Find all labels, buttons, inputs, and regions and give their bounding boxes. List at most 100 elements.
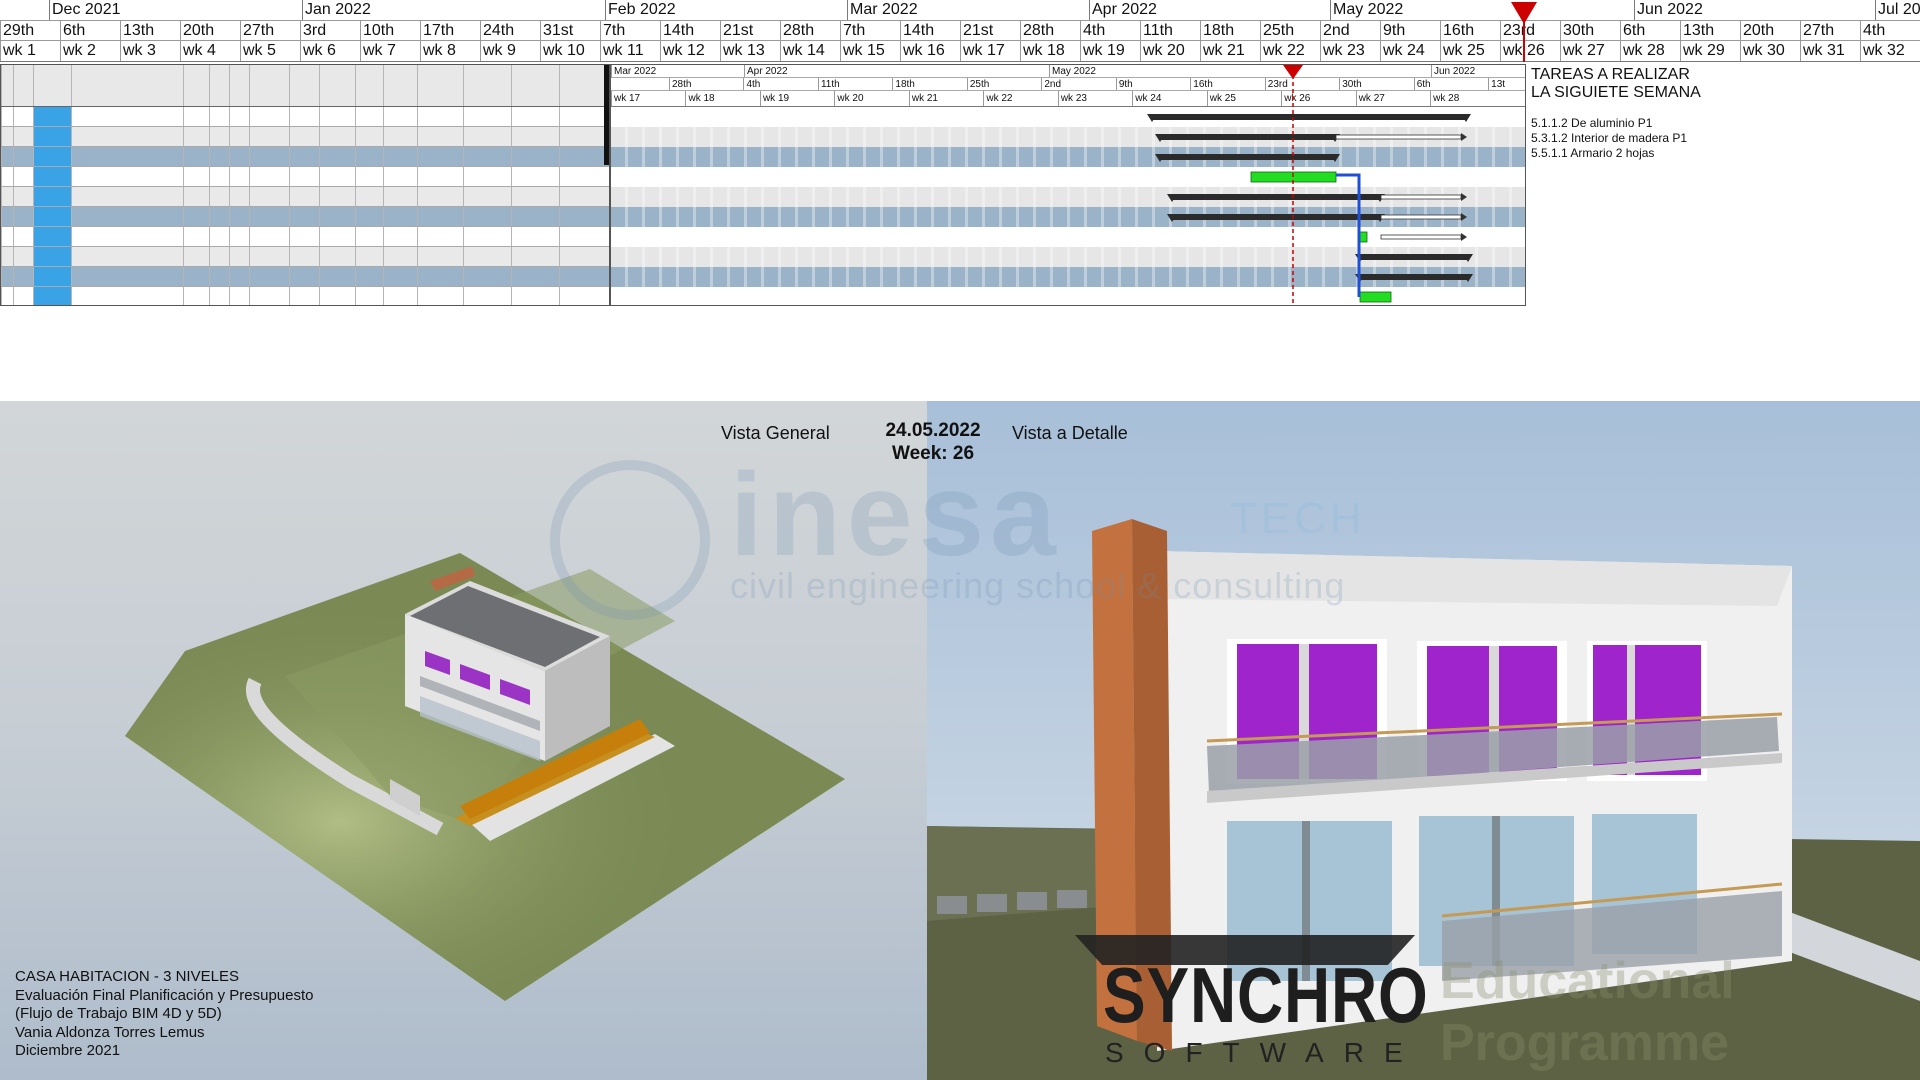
table-cell[interactable] <box>417 207 463 226</box>
table-cell[interactable] <box>417 287 463 305</box>
table-cell[interactable] <box>183 187 209 206</box>
table-cell[interactable] <box>33 107 71 126</box>
table-cell[interactable] <box>355 287 383 305</box>
table-cell[interactable] <box>71 167 183 186</box>
grid-header-cell[interactable] <box>319 65 355 106</box>
float-bar[interactable] <box>1380 214 1462 220</box>
table-cell[interactable] <box>511 167 559 186</box>
grid-header-cell[interactable] <box>417 65 463 106</box>
table-cell[interactable] <box>383 187 417 206</box>
table-cell[interactable] <box>417 147 463 166</box>
table-cell[interactable] <box>319 287 355 305</box>
table-cell[interactable] <box>1 147 13 166</box>
float-arrow[interactable] <box>1461 213 1467 221</box>
table-cell[interactable] <box>229 127 249 146</box>
table-cell[interactable] <box>209 287 229 305</box>
table-cell[interactable] <box>71 147 183 166</box>
table-cell[interactable] <box>355 247 383 266</box>
table-cell[interactable] <box>183 127 209 146</box>
float-bar[interactable] <box>1335 134 1462 140</box>
table-cell[interactable] <box>559 147 605 166</box>
table-cell[interactable] <box>1 227 13 246</box>
table-cell[interactable] <box>1 287 13 305</box>
table-cell[interactable] <box>209 127 229 146</box>
table-row[interactable] <box>1 187 609 207</box>
table-cell[interactable] <box>249 127 289 146</box>
table-cell[interactable] <box>71 107 183 126</box>
table-cell[interactable] <box>463 187 511 206</box>
task-grid[interactable] <box>0 64 610 306</box>
table-cell[interactable] <box>209 167 229 186</box>
table-cell[interactable] <box>183 107 209 126</box>
grid-header-cell[interactable] <box>1 65 13 106</box>
table-cell[interactable] <box>13 147 33 166</box>
grid-header-cell[interactable] <box>355 65 383 106</box>
summary-bar[interactable] <box>1171 194 1381 200</box>
table-cell[interactable] <box>33 247 71 266</box>
table-cell[interactable] <box>383 227 417 246</box>
table-cell[interactable] <box>229 227 249 246</box>
table-row[interactable] <box>1 147 609 167</box>
table-cell[interactable] <box>33 167 71 186</box>
dependency-link[interactable] <box>1336 173 1361 297</box>
table-cell[interactable] <box>1 167 13 186</box>
table-cell[interactable] <box>13 167 33 186</box>
table-cell[interactable] <box>355 107 383 126</box>
table-cell[interactable] <box>1 187 13 206</box>
table-cell[interactable] <box>229 107 249 126</box>
table-cell[interactable] <box>183 287 209 305</box>
table-row[interactable] <box>1 267 609 287</box>
table-cell[interactable] <box>511 287 559 305</box>
table-cell[interactable] <box>511 227 559 246</box>
table-cell[interactable] <box>355 227 383 246</box>
table-cell[interactable] <box>319 107 355 126</box>
table-cell[interactable] <box>289 107 319 126</box>
table-cell[interactable] <box>383 207 417 226</box>
table-cell[interactable] <box>319 227 355 246</box>
table-cell[interactable] <box>511 207 559 226</box>
table-cell[interactable] <box>229 147 249 166</box>
table-cell[interactable] <box>417 227 463 246</box>
table-cell[interactable] <box>183 227 209 246</box>
table-cell[interactable] <box>511 147 559 166</box>
gantt-chart[interactable]: Mar 2022 Apr 2022 May 2022 Jun 2022 28th 4th… <box>610 64 1526 306</box>
table-cell[interactable] <box>319 167 355 186</box>
table-cell[interactable] <box>249 227 289 246</box>
table-cell[interactable] <box>355 147 383 166</box>
table-cell[interactable] <box>355 267 383 286</box>
table-cell[interactable] <box>209 107 229 126</box>
table-row[interactable] <box>1 287 609 305</box>
table-cell[interactable] <box>289 287 319 305</box>
table-cell[interactable] <box>229 267 249 286</box>
table-cell[interactable] <box>13 267 33 286</box>
float-arrow[interactable] <box>1461 133 1467 141</box>
table-cell[interactable] <box>209 187 229 206</box>
table-cell[interactable] <box>183 147 209 166</box>
task-bar[interactable] <box>1359 231 1368 243</box>
table-cell[interactable] <box>511 107 559 126</box>
table-cell[interactable] <box>383 127 417 146</box>
table-cell[interactable] <box>383 107 417 126</box>
table-cell[interactable] <box>71 247 183 266</box>
table-cell[interactable] <box>463 267 511 286</box>
grid-header-cell[interactable] <box>183 65 209 106</box>
table-row[interactable] <box>1 167 609 187</box>
table-cell[interactable] <box>417 127 463 146</box>
table-cell[interactable] <box>13 247 33 266</box>
table-cell[interactable] <box>249 147 289 166</box>
table-cell[interactable] <box>249 287 289 305</box>
summary-bar[interactable] <box>1359 254 1469 260</box>
table-cell[interactable] <box>559 227 605 246</box>
table-cell[interactable] <box>229 247 249 266</box>
table-cell[interactable] <box>229 287 249 305</box>
table-cell[interactable] <box>355 167 383 186</box>
table-cell[interactable] <box>71 207 183 226</box>
table-cell[interactable] <box>229 187 249 206</box>
table-cell[interactable] <box>33 267 71 286</box>
table-cell[interactable] <box>417 247 463 266</box>
table-cell[interactable] <box>355 127 383 146</box>
summary-bar[interactable] <box>1159 134 1336 140</box>
table-cell[interactable] <box>249 187 289 206</box>
table-cell[interactable] <box>289 147 319 166</box>
table-cell[interactable] <box>319 127 355 146</box>
